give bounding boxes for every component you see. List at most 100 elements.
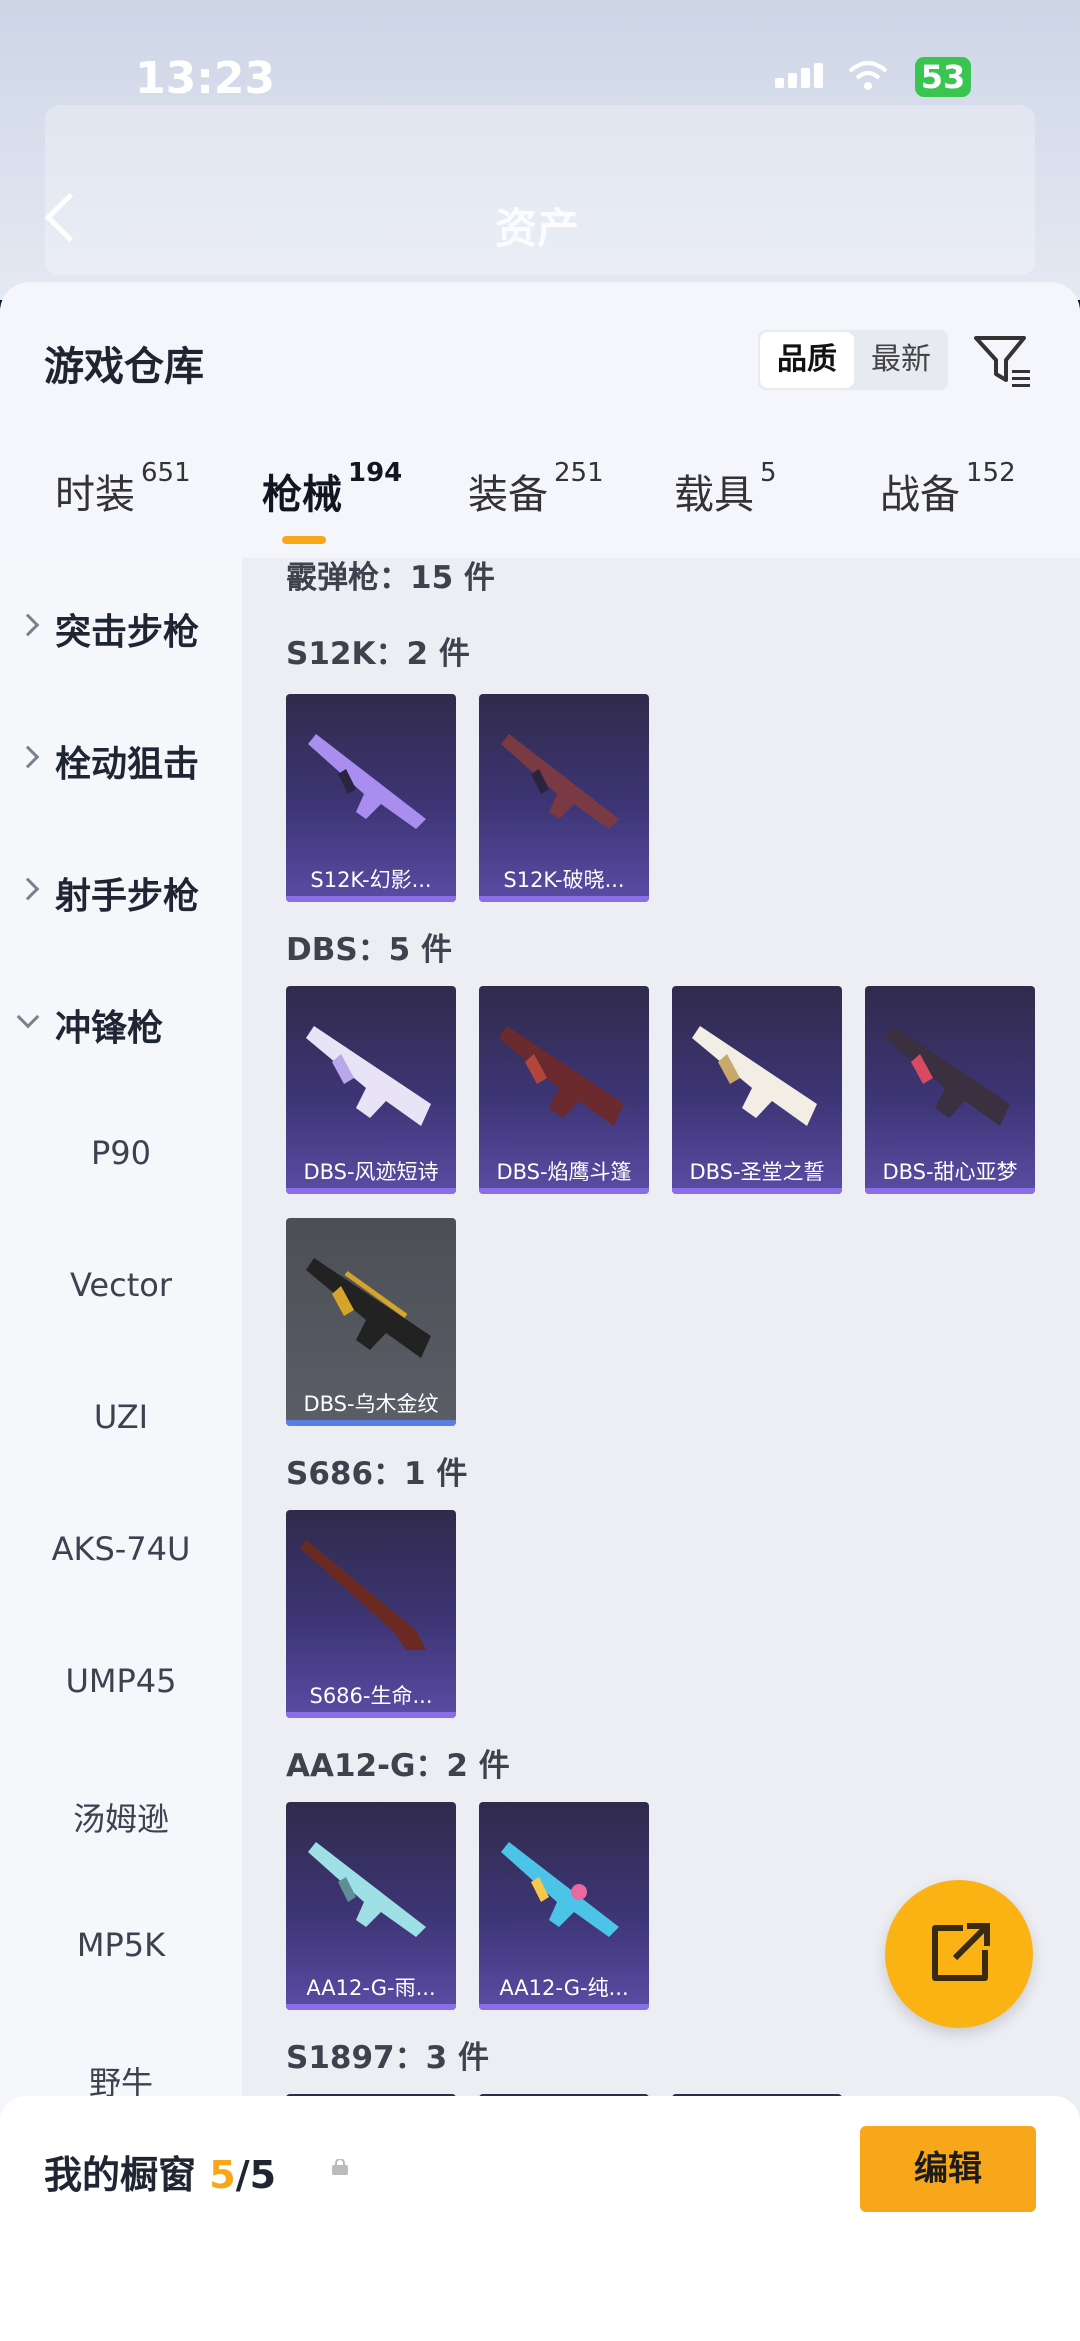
weapon-image [501, 1842, 619, 1937]
tab-label: 战备 [880, 472, 960, 518]
tab-count: 152 [966, 458, 1016, 488]
status-time: 13:23 [135, 53, 276, 104]
quality-bar [479, 896, 649, 902]
sidebar-subitem-vector[interactable]: Vector [0, 1266, 242, 1304]
tab-vehicles[interactable]: 载具 5 [674, 458, 777, 520]
filter-icon[interactable] [972, 330, 1034, 392]
chevron-right-icon [16, 613, 40, 637]
weapon-image [692, 1026, 817, 1126]
panel-title: 游戏仓库 [44, 344, 204, 390]
group-label-s1897: S1897：3 件 [286, 2040, 489, 2076]
weapon-card[interactable]: DBS-风迹短诗 [286, 986, 456, 1194]
weapon-name: S12K-幻影... [310, 868, 432, 892]
weapon-card[interactable]: DBS-焰鹰斗篷 [479, 986, 649, 1194]
weapon-image [501, 734, 619, 829]
weapon-card[interactable]: DBS-甜心亚梦 [865, 986, 1035, 1194]
group-label-s686: S686：1 件 [286, 1456, 468, 1492]
sidebar-subitem-ump45[interactable]: UMP45 [0, 1662, 242, 1700]
weapon-name: AA12-G-雨... [306, 1976, 436, 2000]
tab-count: 5 [760, 458, 777, 488]
sidebar-subitem-uzi[interactable]: UZI [0, 1398, 242, 1436]
tab-label: 时装 [55, 472, 135, 518]
tab-count: 651 [141, 458, 191, 488]
weapon-name: DBS-甜心亚梦 [882, 1160, 1018, 1184]
tab-label: 枪械 [262, 472, 342, 518]
quality-bar [286, 1188, 456, 1194]
weapon-name: DBS-乌木金纹 [303, 1392, 439, 1416]
weapon-image [306, 1258, 431, 1358]
weapon-card[interactable]: S12K-破晓... [479, 694, 649, 902]
weapon-image [499, 1026, 624, 1126]
weapon-card[interactable]: AA12-G-雨... [286, 1802, 456, 2010]
signal-icon [775, 63, 827, 88]
weapon-image [885, 1026, 1010, 1126]
quality-bar [479, 2004, 649, 2010]
share-button[interactable] [885, 1880, 1033, 2028]
category-tabs: 时装 651 枪械 194 装备 251 载具 5 战备 152 [0, 458, 1080, 558]
weapon-name: S12K-破晓... [503, 868, 625, 892]
weapon-sidebar: 突击步枪 栓动狙击 射手步枪 冲锋枪 P90 Vector UZI AKS-74… [0, 558, 242, 2341]
wifi-icon [848, 61, 888, 90]
weapon-card[interactable]: S686-生命... [286, 1510, 456, 1718]
showcase-bar: 我的橱窗 5/5 编辑 [0, 2096, 1080, 2341]
weapon-card[interactable]: S12K-幻影... [286, 694, 456, 902]
group-label-s12k: S12K：2 件 [286, 636, 470, 672]
warehouse-panel: 游戏仓库 品质 最新 时装 651 枪械 194 装备 251 载具 5 战备 152 突… [0, 282, 1080, 2341]
showcase-total: /5 [235, 2153, 277, 2197]
tab-label: 载具 [674, 472, 754, 518]
group-label-shotgun: 霰弹枪：15 件 [286, 560, 495, 596]
sidebar-subitem-thompson[interactable]: 汤姆逊 [0, 1794, 242, 1840]
quality-bar [286, 1712, 456, 1718]
quality-bar [286, 1420, 456, 1426]
sidebar-subitem-aks74u[interactable]: AKS-74U [0, 1530, 242, 1568]
showcase-count: 5 [209, 2153, 236, 2197]
active-tab-indicator [282, 536, 326, 544]
tab-supplies[interactable]: 战备 152 [880, 458, 1016, 520]
battery-icon: 53 [915, 57, 971, 97]
tab-count: 194 [348, 458, 403, 488]
tab-weapons[interactable]: 枪械 194 [262, 458, 402, 520]
sidebar-subitem-mp5k[interactable]: MP5K [0, 1926, 242, 1964]
lock-icon [332, 2159, 348, 2175]
group-label-dbs: DBS：5 件 [286, 932, 453, 968]
weapon-image [306, 1026, 431, 1126]
chevron-right-icon [16, 877, 40, 901]
quality-bar [286, 2004, 456, 2010]
group-label-aa12g: AA12-G：2 件 [286, 1748, 510, 1784]
quality-bar [865, 1188, 1035, 1194]
weapon-image [300, 1540, 426, 1650]
weapon-card[interactable]: DBS-圣堂之誓 [672, 986, 842, 1194]
weapon-name: AA12-G-纯... [499, 1976, 629, 2000]
sort-toggle: 品质 最新 [758, 330, 948, 390]
showcase-title: 我的橱窗 [44, 2153, 197, 2197]
sidebar-subitem-p90[interactable]: P90 [0, 1134, 242, 1172]
tab-label: 装备 [468, 472, 548, 518]
tab-equipment[interactable]: 装备 251 [468, 458, 604, 520]
weapon-name: DBS-风迹短诗 [303, 1160, 439, 1184]
external-link-icon [932, 1923, 990, 1981]
weapon-list: 霰弹枪：15 件 S12K：2 件 S12K-幻影... S12K-破晓... … [242, 558, 1080, 2341]
quality-bar [479, 1188, 649, 1194]
showcase-label: 我的橱窗 5/5 [44, 2144, 276, 2199]
chevron-down-icon [16, 1005, 40, 1029]
tab-count: 251 [554, 458, 604, 488]
tab-fashion[interactable]: 时装 651 [55, 458, 191, 520]
status-bar: 13:23 53 [0, 45, 1080, 115]
weapon-name: DBS-圣堂之誓 [689, 1160, 825, 1184]
chevron-right-icon [16, 745, 40, 769]
sort-latest-button[interactable]: 最新 [854, 330, 948, 390]
page-title: 资产 [495, 204, 580, 253]
edit-button[interactable]: 编辑 [860, 2126, 1036, 2212]
weapon-image [308, 734, 426, 829]
weapon-card[interactable]: AA12-G-纯... [479, 1802, 649, 2010]
sidebar-item-label: 栓动狙击 [55, 744, 200, 785]
weapon-card[interactable]: DBS-乌木金纹 [286, 1218, 456, 1426]
weapon-name: DBS-焰鹰斗篷 [496, 1160, 632, 1184]
quality-bar [672, 1188, 842, 1194]
weapon-name: S686-生命... [309, 1684, 433, 1708]
quality-bar [286, 896, 456, 902]
weapon-image [308, 1842, 426, 1937]
panel-header: 游戏仓库 品质 最新 时装 651 枪械 194 装备 251 载具 5 战备 152 [0, 282, 1080, 558]
sort-quality-button[interactable]: 品质 [760, 332, 854, 388]
sidebar-item-label: 突击步枪 [55, 612, 200, 653]
